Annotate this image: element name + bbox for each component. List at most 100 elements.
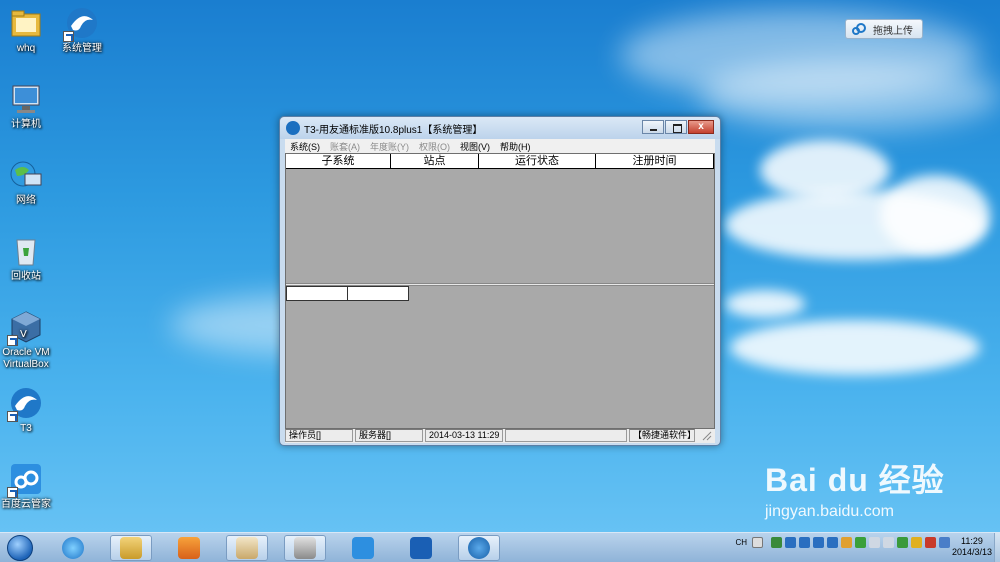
menu-yearly-account[interactable]: 年度账(Y) (365, 140, 414, 153)
taskbar: CH 11:29 2014/3/13 (0, 532, 1000, 562)
maxthon-icon (410, 536, 432, 559)
taskbar-baidu-cloud[interactable] (342, 535, 384, 561)
desktop-icon-t3[interactable]: T3 (0, 386, 58, 435)
folder-icon (9, 6, 43, 40)
menu-permission[interactable]: 权限(O) (414, 140, 455, 153)
desktop-icon-computer[interactable]: 计算机 (0, 82, 58, 131)
taskbar-server-app[interactable] (284, 534, 326, 561)
tray-shield-icon[interactable] (813, 537, 824, 548)
column-site[interactable]: 站点 (391, 154, 479, 168)
tray-app-t-icon-3[interactable] (827, 537, 838, 548)
shortcut-arrow-icon (63, 31, 74, 42)
system-tray: CH (735, 537, 950, 548)
shortcut-arrow-icon (7, 411, 18, 422)
menu-help[interactable]: 帮助(H) (495, 140, 536, 153)
client-area: 子系统 站点 运行状态 注册时间 (285, 153, 715, 429)
task-column-1[interactable] (286, 286, 348, 301)
yonyou-app-icon (468, 536, 490, 559)
status-server: 服务器[] (355, 429, 423, 442)
window-titlebar[interactable]: T3-用友通标准版10.8plus1【系统管理】 x (280, 117, 720, 139)
paint-icon (236, 536, 258, 559)
window-title: T3-用友通标准版10.8plus1【系统管理】 (304, 124, 483, 136)
tray-display-icon[interactable] (939, 537, 950, 548)
baidu-cloud-icon (352, 536, 374, 559)
start-button[interactable] (4, 533, 36, 562)
show-desktop-button[interactable] (994, 533, 1000, 562)
baidu-jingyan-watermark: Bai du 经验 jingyan.baidu.com (765, 455, 945, 521)
desktop-icon-label: 回收站 (11, 271, 41, 282)
server-icon (294, 536, 316, 559)
desktop-icon-label: whq (16, 43, 36, 54)
menu-account[interactable]: 账套(A) (325, 140, 365, 153)
volume-icon[interactable] (869, 537, 880, 548)
file-explorer-icon (120, 536, 142, 559)
tray-app-t-icon-2[interactable] (799, 537, 810, 548)
taskbar-explorer[interactable] (110, 534, 152, 561)
clock-date: 2014/3/13 (951, 547, 992, 557)
baidu-cloud-icon (852, 23, 866, 35)
desktop-icon-label: 百度云管家 (1, 499, 51, 510)
keyboard-icon[interactable] (752, 537, 763, 548)
yonyou-app-icon (63, 6, 99, 42)
status-bar: 操作员[] 服务器[] 2014-03-13 11:29 【畅捷通软件】 (285, 429, 715, 443)
desktop-icon-network[interactable]: 网络 (0, 158, 58, 207)
menu-view[interactable]: 视图(V) (455, 140, 495, 153)
desktop-icon-label: 计算机 (11, 119, 41, 130)
virtualbox-icon: V (7, 310, 43, 346)
status-datetime: 2014-03-13 11:29 (425, 429, 503, 442)
shortcut-arrow-icon (7, 335, 18, 346)
system-manage-window[interactable]: T3-用友通标准版10.8plus1【系统管理】 x 系统(S) 账套(A) 年… (279, 116, 721, 446)
yonyou-app-icon (7, 386, 43, 422)
app-logo-icon (286, 121, 300, 135)
minimize-button[interactable] (642, 119, 664, 134)
signal-bars-icon[interactable] (883, 537, 894, 548)
tray-security-icon[interactable] (855, 537, 866, 548)
taskbar-ie[interactable] (52, 535, 94, 561)
status-vendor: 【畅捷通软件】 (629, 429, 696, 442)
desktop-icon-label: T3 (20, 423, 32, 434)
input-language-indicator[interactable]: CH (735, 538, 747, 547)
shortcut-arrow-icon (7, 487, 18, 498)
tray-remote-icon[interactable] (925, 537, 936, 548)
computer-icon (9, 82, 43, 116)
network-globe-icon (9, 158, 43, 192)
column-run-status[interactable]: 运行状态 (479, 154, 596, 168)
maximize-button[interactable] (665, 119, 687, 134)
column-subsystem[interactable]: 子系统 (286, 154, 391, 168)
taskbar-yonyou-t3[interactable] (458, 534, 500, 561)
desktop-icon-label: Oracle VM VirtualBox (2, 347, 50, 370)
tray-m-icon[interactable] (911, 537, 922, 548)
tray-app-t-icon-1[interactable] (785, 537, 796, 548)
taskbar-clock[interactable]: 11:29 2014/3/13 (952, 536, 992, 558)
media-player-icon (178, 536, 200, 559)
upload-button-label: 拖拽上传 (873, 25, 913, 37)
task-grid-header (286, 286, 409, 301)
tray-arrow-icon[interactable] (771, 537, 782, 548)
desktop-icon-label: 网络 (16, 195, 36, 206)
watermark-brand: Bai du 经验 (765, 462, 945, 498)
recycle-bin-icon (9, 234, 43, 268)
svg-text:V: V (20, 329, 27, 340)
task-column-2[interactable] (347, 286, 409, 301)
close-button[interactable]: x (688, 119, 714, 134)
menu-system[interactable]: 系统(S) (285, 140, 325, 153)
desktop-icon-label: 系统管理 (62, 43, 102, 54)
baidu-cloud-icon (7, 462, 43, 498)
status-operator: 操作员[] (285, 429, 353, 442)
tray-flag-icon[interactable] (841, 537, 852, 548)
taskbar-maxthon[interactable] (400, 535, 442, 561)
subsystem-grid-header: 子系统 站点 运行状态 注册时间 (286, 154, 714, 169)
desktop-icon-recycle-bin[interactable]: 回收站 (0, 234, 58, 283)
desktop-icon-virtualbox[interactable]: V Oracle VM VirtualBox (0, 310, 58, 371)
column-register-time[interactable]: 注册时间 (596, 154, 714, 168)
resize-grip-icon[interactable] (697, 429, 712, 442)
taskbar-media-player[interactable] (168, 535, 210, 561)
drag-upload-button[interactable]: 拖拽上传 (845, 19, 923, 39)
taskbar-paint[interactable] (226, 534, 268, 561)
windows-logo-icon (7, 534, 33, 561)
network-status-icon[interactable] (897, 537, 908, 548)
status-blank (505, 429, 627, 442)
desktop-icon-baidu-cloud[interactable]: 百度云管家 (0, 462, 58, 511)
watermark-url: jingyan.baidu.com (765, 503, 894, 520)
desktop-icon-system-manage[interactable]: 系统管理 (50, 6, 114, 55)
